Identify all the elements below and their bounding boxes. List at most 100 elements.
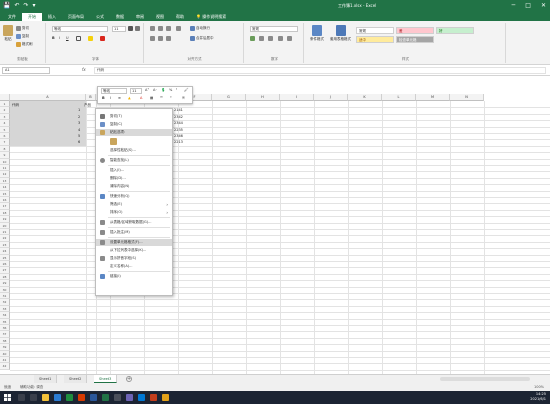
horizontal-scrollbar[interactable] [440, 377, 530, 381]
column-header[interactable]: K [348, 94, 382, 101]
close-button[interactable]: ✕ [541, 1, 546, 10]
comma-button[interactable] [268, 36, 273, 41]
cell-a-value[interactable]: 2 [78, 114, 80, 120]
grow-font-button[interactable] [128, 26, 133, 31]
mini-fill-color-icon[interactable]: ▲ [128, 96, 131, 100]
style-good[interactable]: 好 [436, 27, 474, 34]
menu-insert-comment[interactable]: 插入批注(M) [96, 229, 172, 236]
font-name-combo[interactable]: 等线 [52, 26, 108, 32]
mini-align-icon[interactable]: ≡ [118, 96, 121, 100]
paste-button[interactable]: 粘贴 [3, 25, 13, 42]
app-icon[interactable] [66, 394, 73, 401]
paste-keep-source-icon[interactable] [110, 138, 117, 145]
menu-define-name[interactable]: 定义名称(A)... [96, 263, 172, 270]
align-bottom-button[interactable] [166, 26, 171, 31]
borders-button[interactable] [76, 36, 81, 41]
cell-c-value[interactable]: 2235 [174, 127, 183, 133]
cell-b1[interactable]: 产品 [84, 102, 91, 108]
wrap-text-button[interactable]: 自动换行 [190, 26, 210, 31]
cell-a-value[interactable]: 5 [78, 133, 80, 139]
cell-c-value[interactable]: 2346 [174, 133, 183, 139]
tab-home[interactable]: 开始 [22, 13, 42, 21]
taskbar-clock[interactable]: 14:25 2021/6/1 [530, 392, 546, 402]
cell-a-value[interactable]: 6 [78, 139, 80, 145]
decrease-decimal-button[interactable] [287, 36, 292, 41]
mini-comma-icon[interactable]: ❜ [176, 88, 177, 92]
align-top-button[interactable] [150, 26, 155, 31]
italic-button[interactable]: I [59, 36, 60, 40]
copy-button[interactable]: 复制 [16, 34, 29, 39]
align-center-button[interactable] [158, 36, 163, 41]
style-bad[interactable]: 差 [396, 27, 434, 34]
app-icon[interactable] [114, 394, 121, 401]
cut-button[interactable]: 剪切 [16, 26, 29, 31]
column-header[interactable]: L [382, 94, 416, 101]
menu-show-phonetic[interactable]: 显示拼音字段(S) [96, 255, 172, 262]
column-header[interactable]: I [280, 94, 314, 101]
windows-start-icon[interactable] [4, 394, 11, 401]
underline-button[interactable]: U [66, 36, 69, 40]
insert-function-icon[interactable]: fx [82, 67, 86, 72]
tab-file[interactable]: 文件 [2, 13, 22, 21]
shrink-font-button[interactable] [135, 26, 140, 31]
mini-increase-decimal-icon[interactable]: ⁰⁰ [160, 96, 163, 100]
menu-format-cells[interactable]: 设置单元格格式(F)... [96, 239, 172, 246]
menu-pick-from-dropdown[interactable]: 从下拉列表中选择(K)... [96, 247, 172, 254]
mini-borders-icon[interactable]: ▦ [150, 96, 153, 100]
edge-icon[interactable] [54, 394, 61, 401]
increase-decimal-button[interactable] [278, 36, 283, 41]
mini-percent-icon[interactable]: % [169, 88, 172, 92]
align-left-button[interactable] [150, 36, 155, 41]
mini-currency-icon[interactable]: 💲 [161, 88, 165, 92]
align-middle-button[interactable] [158, 26, 163, 31]
mini-grow-font-icon[interactable]: A⁺ [145, 88, 149, 92]
mini-shrink-font-icon[interactable]: A⁻ [153, 88, 157, 92]
undo-icon[interactable]: ↶ [14, 2, 19, 10]
cell-c-value[interactable]: 2141 [174, 107, 183, 113]
cell-a-value[interactable]: 1 [78, 107, 80, 113]
menu-copy[interactable]: 复制(C) [96, 121, 172, 128]
save-icon[interactable]: 💾 [3, 2, 10, 10]
orientation-button[interactable] [176, 26, 181, 31]
task-view-icon[interactable] [30, 394, 37, 401]
menu-get-data-from-table[interactable]: 从表格/区域获取数据(G)... [96, 219, 172, 226]
zoom-level[interactable]: 100% [534, 383, 544, 391]
worksheet-grid[interactable]: ABCDEFGHIJKLMN 1234567891011121314151617… [0, 78, 550, 374]
menu-smart-lookup[interactable]: 智能查找(L) [96, 157, 172, 164]
currency-button[interactable] [250, 36, 255, 41]
conditional-formatting-button[interactable]: 条件格式 [310, 25, 324, 42]
tab-page-layout[interactable]: 页面布局 [62, 13, 90, 21]
select-all-corner[interactable] [0, 94, 10, 101]
column-header[interactable]: H [246, 94, 280, 101]
tab-data[interactable]: 数据 [110, 13, 130, 21]
merge-center-button[interactable]: 合并后居中 [190, 36, 214, 41]
tab-review[interactable]: 审阅 [130, 13, 150, 21]
name-box[interactable]: A1 [2, 67, 50, 74]
column-header[interactable]: B [86, 94, 96, 101]
cell-a-value[interactable]: 4 [78, 127, 80, 133]
mini-decrease-decimal-icon[interactable]: ⁰ [170, 96, 171, 100]
redo-icon[interactable]: ↷ [24, 2, 29, 10]
cell-c-value[interactable]: 2213 [174, 139, 183, 145]
cell-a-value[interactable]: 3 [78, 120, 80, 126]
app-icon[interactable] [138, 394, 145, 401]
sheet-tab-sheet1[interactable]: Sheet1 [34, 375, 58, 383]
percent-button[interactable] [259, 36, 264, 41]
mini-clear-icon[interactable]: 🗏 [182, 96, 185, 102]
cell-a1[interactable]: 代码 [12, 102, 19, 108]
app-icon[interactable] [150, 394, 157, 401]
bold-button[interactable]: B [52, 36, 55, 40]
cell-c-value[interactable]: 2342 [174, 114, 183, 120]
column-header[interactable]: M [416, 94, 450, 101]
mini-font-combo[interactable]: 等线 [101, 88, 127, 94]
fill-color-button[interactable] [88, 36, 93, 41]
mini-font-color-icon[interactable]: A [140, 96, 142, 100]
tab-insert[interactable]: 插入 [42, 13, 62, 21]
style-neutral[interactable]: 适中 [356, 36, 394, 43]
app-icon[interactable] [126, 394, 133, 401]
style-normal[interactable]: 常规 [356, 27, 394, 34]
menu-filter[interactable]: 筛选(E) › [96, 201, 172, 208]
font-color-button[interactable] [100, 36, 105, 41]
menu-link[interactable]: 链接(I) [96, 273, 172, 280]
minimize-button[interactable]: ─ [512, 1, 516, 10]
